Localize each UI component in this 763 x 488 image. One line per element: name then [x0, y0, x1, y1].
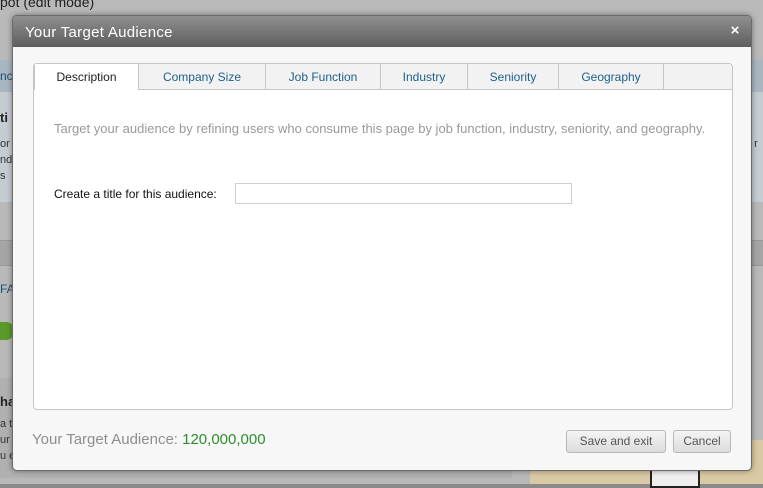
- audience-title-input[interactable]: [235, 183, 572, 204]
- audience-title-label: Create a title for this audience:: [54, 187, 217, 201]
- tab-industry[interactable]: Industry: [381, 64, 468, 89]
- tab-seniority[interactable]: Seniority: [468, 64, 559, 89]
- background-panel-left-text: or nd s: [0, 136, 12, 184]
- tab-description[interactable]: Description: [34, 64, 139, 90]
- background-panel-heading: ti: [0, 110, 8, 125]
- background-line: or: [0, 138, 10, 150]
- background-line: s: [0, 170, 6, 182]
- audience-tabs: Description Company Size Job Function In…: [34, 64, 732, 90]
- target-audience-dialog: Your Target Audience × Description Compa…: [12, 15, 752, 471]
- cancel-button[interactable]: Cancel: [673, 430, 731, 453]
- background-page-title: pot (edit mode): [0, 0, 95, 10]
- tab-company-size[interactable]: Company Size: [139, 64, 266, 89]
- background-nav-text: nc: [0, 69, 13, 83]
- audience-size-summary: Your Target Audience: 120,000,000: [32, 431, 266, 448]
- audience-tab-panel: Description Company Size Job Function In…: [33, 63, 733, 410]
- audience-size-count: 120,000,000: [182, 431, 266, 448]
- description-hint: Target your audience by refining users w…: [54, 121, 706, 136]
- tab-job-function[interactable]: Job Function: [266, 64, 381, 89]
- tab-geography[interactable]: Geography: [559, 64, 664, 89]
- dialog-title: Your Target Audience: [25, 24, 173, 41]
- dialog-titlebar[interactable]: Your Target Audience ×: [13, 16, 751, 47]
- close-icon[interactable]: ×: [727, 21, 743, 41]
- audience-size-label: Your Target Audience:: [32, 431, 178, 448]
- background-line: nd: [0, 154, 13, 166]
- save-and-exit-button[interactable]: Save and exit: [566, 430, 666, 453]
